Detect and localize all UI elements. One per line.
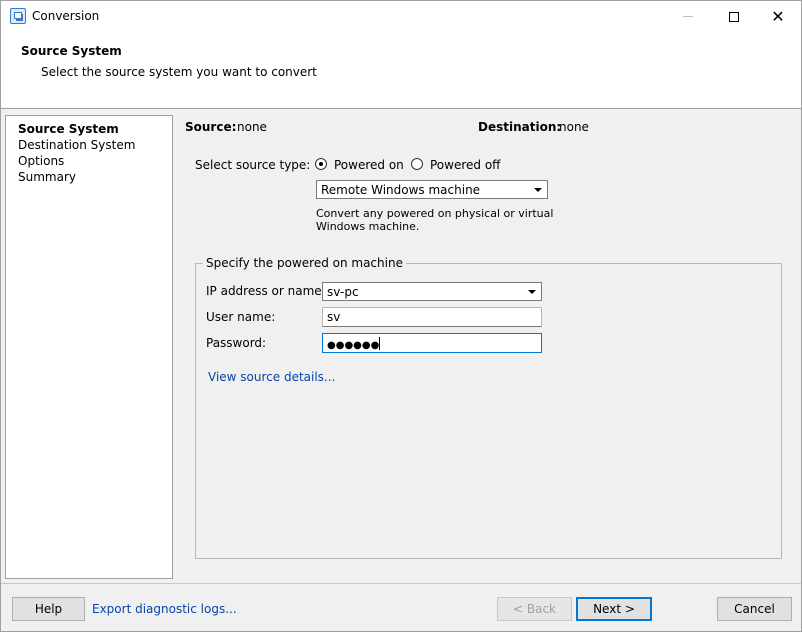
nav-item-summary[interactable]: Summary	[18, 170, 76, 184]
nav-item-destination-system[interactable]: Destination System	[18, 138, 135, 152]
nav-item-options[interactable]: Options	[18, 154, 64, 168]
title-bar: Conversion ✕	[1, 1, 801, 32]
destination-value: none	[559, 120, 589, 134]
back-button[interactable]: < Back	[497, 597, 572, 621]
user-name-input[interactable]: sv	[322, 307, 542, 327]
powered-off-radio[interactable]	[411, 158, 423, 170]
machine-type-value: Remote Windows machine	[321, 183, 481, 197]
group-title: Specify the powered on machine	[203, 256, 406, 270]
close-icon: ✕	[771, 6, 785, 26]
page-title: Source System	[21, 44, 122, 58]
close-button[interactable]: ✕	[755, 1, 801, 32]
nav-item-source-system[interactable]: Source System	[18, 122, 119, 136]
maximize-button[interactable]	[711, 1, 757, 32]
cancel-button[interactable]: Cancel	[717, 597, 792, 621]
next-button[interactable]: Next >	[576, 597, 652, 621]
powered-off-label[interactable]: Powered off	[430, 158, 500, 172]
description-line: Convert any powered on physical or virtu…	[316, 207, 554, 220]
minimize-button[interactable]	[665, 1, 711, 32]
ip-address-value: sv-pc	[327, 285, 359, 299]
destination-label: Destination:	[478, 120, 562, 134]
minimize-icon	[683, 16, 693, 17]
password-input[interactable]: ●●●●●●	[322, 333, 542, 353]
dropdown-arrow-icon	[531, 183, 545, 196]
wizard-steps-nav: Source System Destination System Options…	[5, 115, 173, 579]
dropdown-arrow-icon	[525, 285, 539, 298]
source-type-description: Convert any powered on physical or virtu…	[316, 207, 553, 233]
text-caret	[379, 337, 381, 350]
machine-type-dropdown[interactable]: Remote Windows machine	[316, 180, 548, 199]
footer-separator	[1, 583, 801, 584]
user-name-value: sv	[327, 310, 341, 324]
password-value: ●●●●●●	[327, 337, 381, 351]
source-label: Source:	[185, 120, 237, 134]
help-button[interactable]: Help	[12, 597, 85, 621]
conversion-window: Conversion ✕ Source System Select the so…	[0, 0, 802, 632]
wizard-header: Source System Select the source system y…	[1, 32, 801, 109]
powered-on-machine-group: Specify the powered on machine IP addres…	[195, 256, 782, 559]
source-type-label: Select source type:	[195, 158, 311, 172]
ip-address-label: IP address or name:	[206, 284, 326, 298]
wizard-content: Source: none Destination: none Select so…	[174, 111, 801, 583]
powered-on-radio[interactable]	[315, 158, 327, 170]
view-source-details-link[interactable]: View source details...	[208, 370, 335, 384]
description-line: Windows machine.	[316, 220, 420, 233]
user-name-label: User name:	[206, 310, 276, 324]
source-value: none	[237, 120, 267, 134]
export-diagnostic-logs-link[interactable]: Export diagnostic logs...	[92, 602, 237, 616]
page-subtitle: Select the source system you want to con…	[41, 65, 317, 79]
maximize-icon	[729, 11, 739, 22]
window-title: Conversion	[32, 9, 100, 23]
password-label: Password:	[206, 336, 267, 350]
ip-address-combobox[interactable]: sv-pc	[322, 282, 542, 301]
converter-app-icon	[10, 8, 26, 24]
powered-on-label[interactable]: Powered on	[334, 158, 404, 172]
